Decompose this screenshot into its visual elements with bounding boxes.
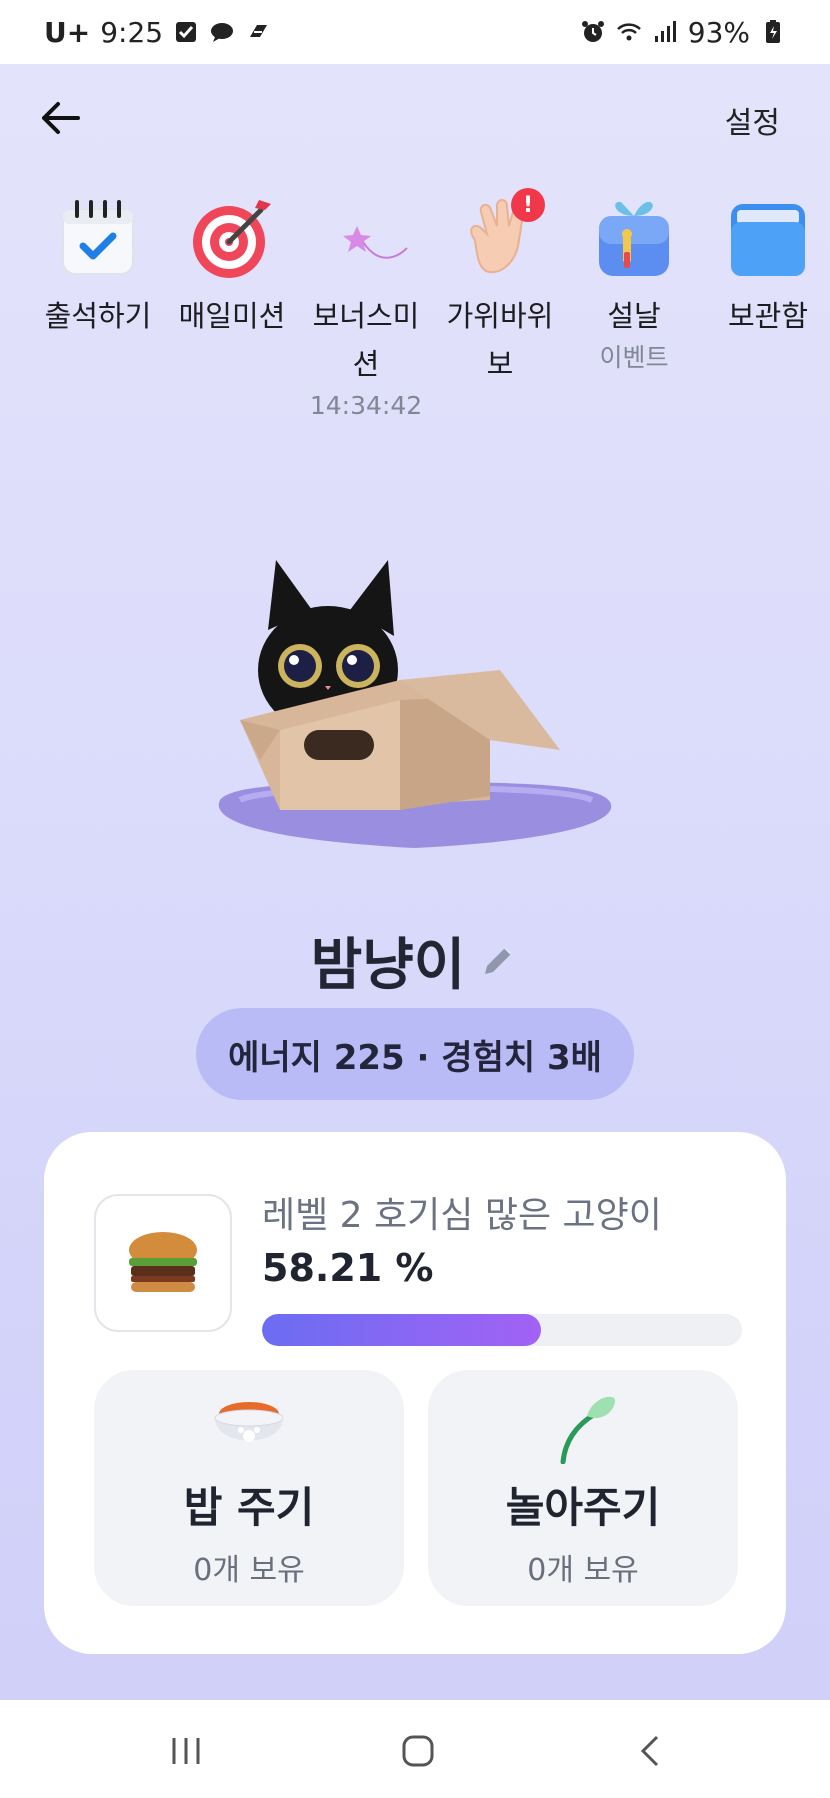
progress-percent: 58.21 %: [262, 1246, 434, 1290]
menu-item-bonus-mission[interactable]: 보너스미션 14:34:42: [301, 196, 431, 422]
system-back-button[interactable]: [620, 1726, 680, 1776]
clock: 9:25: [100, 15, 164, 49]
menu-item-storage[interactable]: 보관함: [703, 196, 830, 340]
level-title: 레벨 2 호기심 많은 고양이: [262, 1195, 662, 1236]
app-s-icon: [250, 25, 268, 37]
pet-name: 밤냥이: [310, 933, 466, 998]
menu-item-label: 보관함: [727, 299, 809, 333]
recent-apps-button[interactable]: [156, 1726, 216, 1776]
status-right: 93%: [580, 16, 786, 49]
feed-title: 밥 주기: [183, 1483, 315, 1532]
event-sublabel: 이벤트: [599, 343, 669, 372]
carrier-label: U+: [44, 15, 91, 49]
status-bar: U+ 9:25 93%: [0, 0, 830, 64]
chat-bubble-icon: [211, 23, 234, 42]
menu-item-label: 설날: [607, 299, 661, 333]
folder-icon: [725, 196, 811, 282]
menu-row: 출석하기 매일미션 보너스미션 14:34:42 ! 가위바위보 설날 이벤트 …: [0, 188, 830, 426]
calendar-check-icon: [55, 196, 141, 282]
checkbox-notification-icon: [176, 22, 197, 42]
alert-badge: !: [511, 188, 545, 222]
signal-icon: [654, 21, 676, 42]
play-title: 놀아주기: [505, 1483, 661, 1532]
chevron-left-icon: [640, 1735, 659, 1767]
home-icon: [402, 1735, 434, 1767]
arrow-left-icon: [42, 102, 80, 134]
feed-button[interactable]: 밥 주기 0개 보유: [94, 1370, 404, 1606]
pencil-icon[interactable]: [477, 940, 519, 982]
shooting-star-icon: [323, 196, 409, 282]
menu-item-label: 매일미션: [178, 299, 286, 333]
system-nav-bar: [0, 1700, 830, 1798]
battery-percent: 93%: [687, 15, 750, 49]
pet-name-row: 밤냥이: [0, 920, 830, 1001]
settings-button[interactable]: 설정: [725, 98, 780, 142]
target-dart-icon: [189, 196, 275, 282]
home-button[interactable]: [388, 1726, 448, 1776]
wifi-icon: [616, 23, 641, 41]
play-button[interactable]: 놀아주기 0개 보유: [428, 1370, 738, 1606]
status-left: U+ 9:25: [44, 16, 271, 49]
menu-item-label: 가위바위보: [446, 299, 554, 381]
pet-illustration[interactable]: [200, 500, 630, 880]
gift-box-icon: [591, 196, 677, 282]
food-bowl-icon: [214, 1402, 284, 1442]
menu-item-attendance[interactable]: 출석하기: [33, 196, 163, 340]
cat-toy-icon: [560, 1396, 616, 1465]
menu-item-new-year-event[interactable]: 설날 이벤트: [569, 196, 699, 374]
play-count: 0개 보유: [527, 1553, 639, 1588]
alarm-icon: [581, 21, 604, 42]
food-thumbnail[interactable]: [94, 1194, 232, 1332]
experience-progress-bar: [262, 1314, 742, 1346]
feed-count: 0개 보유: [193, 1553, 305, 1588]
recent-apps-icon: [172, 1738, 200, 1764]
burger-icon: [129, 1232, 197, 1292]
hand-wave-icon: !: [457, 188, 545, 282]
top-bar: 설정: [0, 80, 830, 156]
level-card: 레벨 2 호기심 많은 고양이 58.21 % 밥 주기 0개 보유 놀아주기 …: [44, 1132, 786, 1654]
battery-charging-icon: [766, 20, 780, 43]
menu-item-label: 출석하기: [44, 299, 152, 333]
energy-stats-pill: 에너지 225 · 경험치 3배: [196, 1008, 634, 1100]
progress-fill: [262, 1314, 542, 1346]
menu-item-label: 보너스미션: [312, 299, 420, 381]
menu-item-daily-mission[interactable]: 매일미션: [167, 196, 297, 340]
bonus-timer: 14:34:42: [309, 391, 423, 420]
menu-item-rock-paper-scissors[interactable]: ! 가위바위보: [435, 188, 565, 388]
back-button[interactable]: [30, 88, 90, 148]
